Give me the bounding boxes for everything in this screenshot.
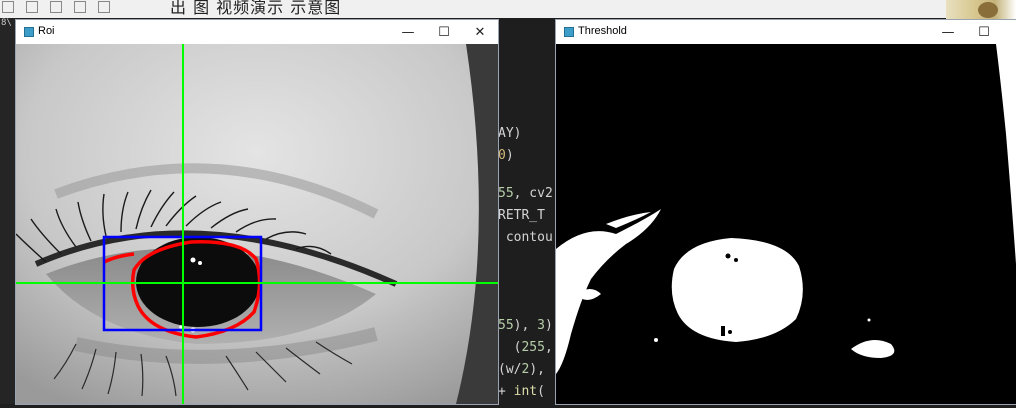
code-token: ), (529, 362, 545, 377)
folder-icon[interactable] (26, 1, 38, 13)
code-line[interactable]: 55), 3) (498, 318, 553, 333)
code-token: AY) (498, 126, 522, 141)
code-token: + (498, 384, 514, 399)
code-line[interactable]: (w/2), (498, 362, 545, 377)
code-token: ( (537, 384, 545, 399)
code-editor[interactable]: AY) 0) 55, cv2 RETR_T contou 55), 3) (255, (w… (498, 18, 558, 404)
threshold-window-title: Threshold (578, 25, 627, 37)
code-line[interactable]: (255, (498, 340, 553, 355)
roi-window[interactable]: Roi — ☐ ✕ (15, 20, 498, 404)
save-icon[interactable] (50, 1, 62, 13)
code-line[interactable]: AY) (498, 126, 521, 141)
threshold-image-view (556, 44, 1016, 404)
threshold-window[interactable]: Threshold — ☐ (556, 20, 1016, 404)
code-token: ( (498, 340, 522, 355)
threshold-titlebar[interactable]: Threshold — ☐ (556, 20, 1016, 44)
code-line[interactable]: + int( (498, 384, 545, 399)
code-token: 0 (498, 148, 506, 163)
code-token: contou (498, 230, 553, 245)
taskbar-strip: 出 图 视频演示 示意图 (0, 0, 1016, 18)
code-token: RETR_T (498, 208, 545, 223)
code-token: , (544, 340, 553, 355)
copy-icon[interactable] (74, 1, 86, 13)
code-line[interactable]: contou (498, 230, 553, 245)
maximize-button[interactable]: ☐ (966, 20, 1002, 44)
app-window-icon (24, 27, 34, 37)
roi-image-view (15, 44, 498, 404)
editor-left-edge: 8\ (0, 18, 16, 404)
code-token: ) (505, 148, 514, 163)
maximize-button[interactable]: ☐ (426, 20, 462, 44)
code-token: 255 (521, 340, 545, 355)
roi-window-title: Roi (38, 25, 55, 37)
editor-gutter-label: 8\ (1, 18, 12, 28)
close-button[interactable]: ✕ (462, 20, 498, 44)
threshold-image (556, 44, 1016, 404)
code-token: (w/ (498, 362, 522, 377)
app-window-icon (564, 27, 574, 37)
code-token: ) (544, 318, 553, 333)
code-token: , cv2 (513, 186, 553, 201)
pupil-blob (671, 238, 803, 342)
eye-image (15, 44, 498, 404)
file-icon[interactable] (2, 1, 14, 13)
code-token: ), (513, 318, 538, 333)
toolbar-icons (2, 1, 110, 13)
code-token: int (513, 384, 538, 399)
minimize-button[interactable]: — (930, 20, 966, 44)
code-line[interactable]: 55, cv2 (498, 186, 553, 201)
background-title: 出 图 视频演示 示意图 (170, 0, 342, 17)
wallpaper-decoration (946, 0, 1016, 22)
paste-icon[interactable] (98, 1, 110, 13)
code-line[interactable]: 0) (498, 148, 514, 163)
code-token: 55 (498, 318, 514, 333)
code-line[interactable]: RETR_T (498, 208, 545, 223)
code-token: 3 (537, 318, 545, 333)
code-token: 55 (498, 186, 514, 201)
roi-titlebar[interactable]: Roi — ☐ ✕ (16, 20, 498, 44)
minimize-button[interactable]: — (390, 20, 426, 44)
